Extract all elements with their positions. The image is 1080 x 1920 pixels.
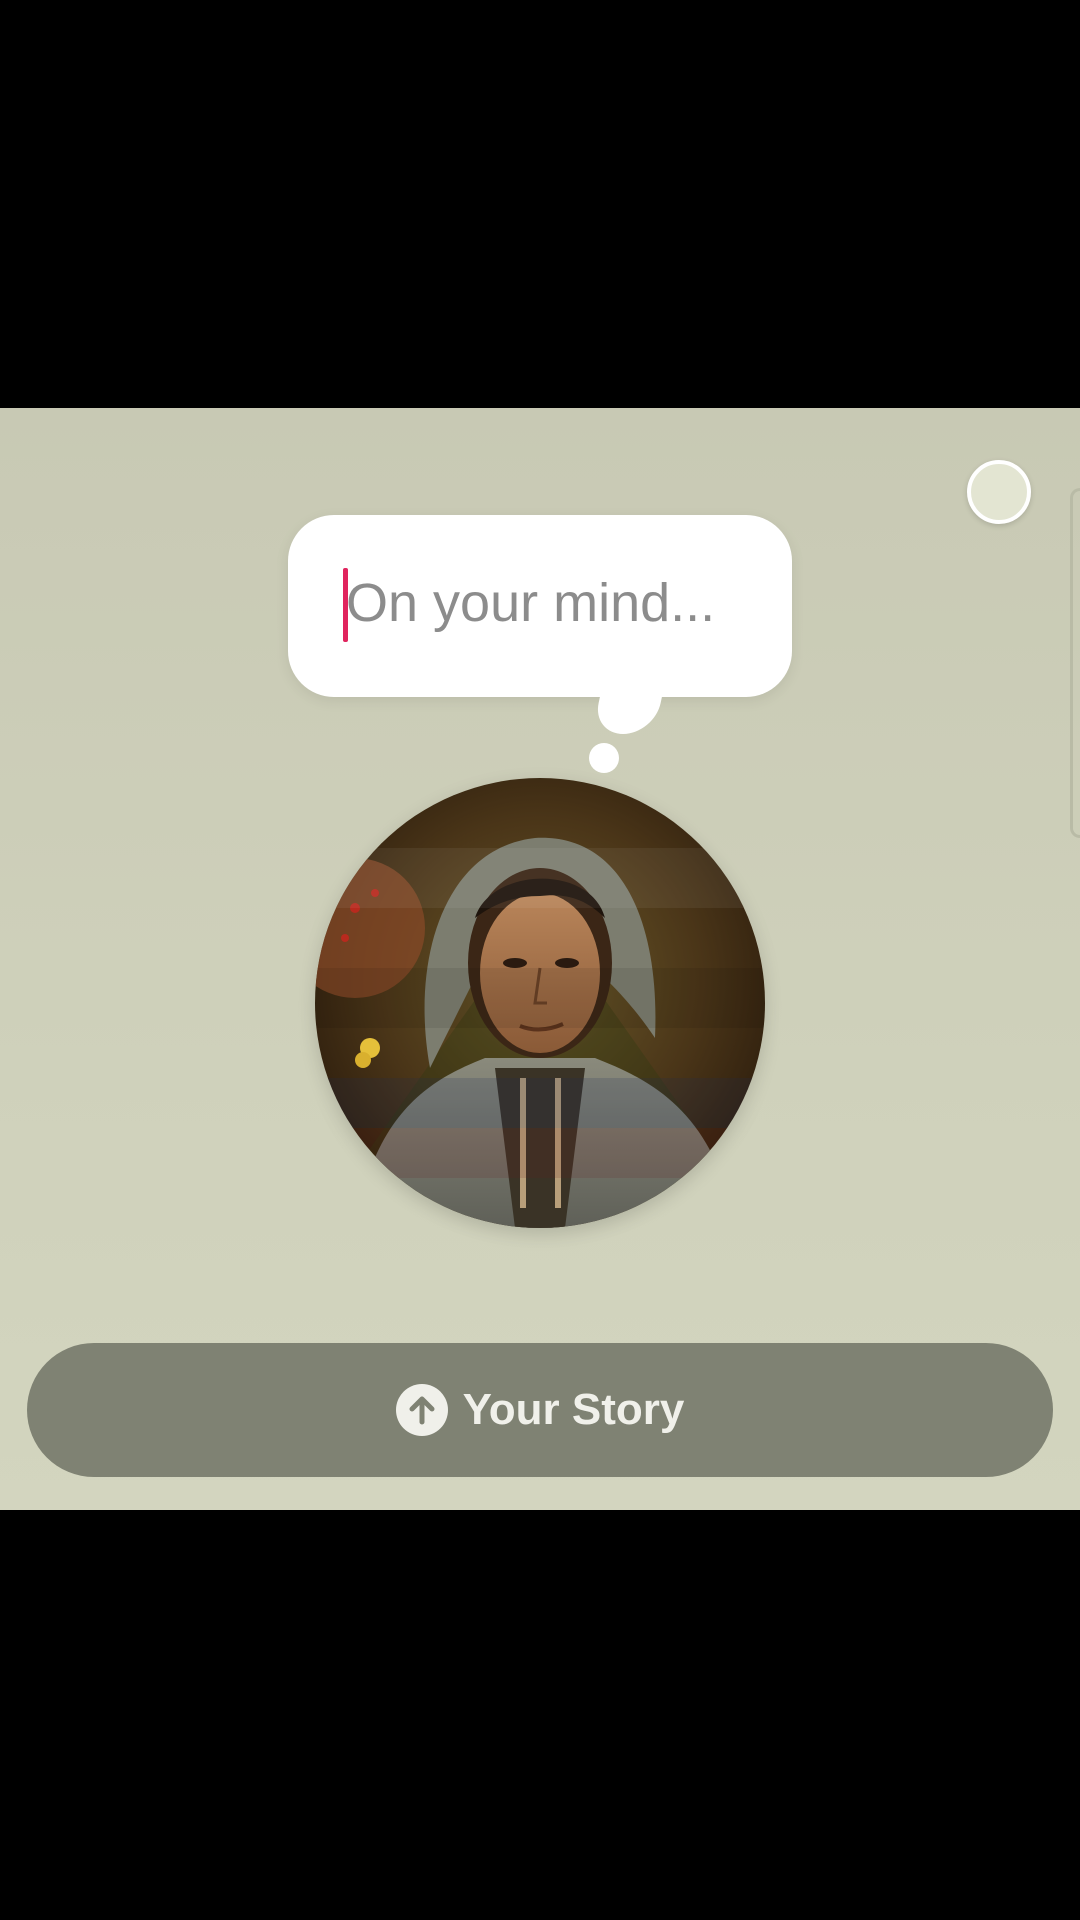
top-letterbox	[0, 0, 1080, 408]
note-text-input[interactable]: On your mind...	[346, 558, 766, 648]
story-canvas: On your mind... Your Story	[0, 408, 1080, 1510]
color-picker-button[interactable]	[967, 460, 1031, 524]
share-button-label: Your Story	[462, 1385, 685, 1434]
avatar-photo	[315, 778, 765, 1228]
share-your-story-button[interactable]: Your Story	[27, 1343, 1053, 1477]
side-edge-handle[interactable]	[1070, 488, 1080, 838]
thought-bubble-dot	[589, 743, 619, 773]
bottom-letterbox	[0, 1510, 1080, 1920]
upload-arrow-icon	[395, 1384, 448, 1436]
thought-bubble-tail	[592, 678, 666, 734]
avatar	[315, 778, 765, 1228]
